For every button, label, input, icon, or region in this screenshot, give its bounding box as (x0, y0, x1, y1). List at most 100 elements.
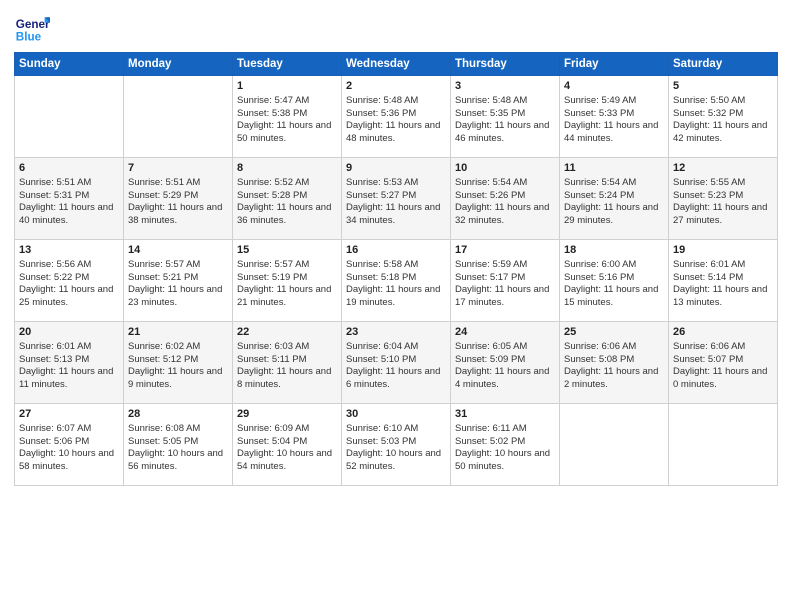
day-number: 15 (237, 243, 337, 258)
calendar-cell: 15Sunrise: 5:57 AM Sunset: 5:19 PM Dayli… (233, 240, 342, 322)
col-header-monday: Monday (124, 53, 233, 76)
day-number: 16 (346, 243, 446, 258)
day-number: 4 (564, 79, 664, 94)
calendar-cell: 25Sunrise: 6:06 AM Sunset: 5:08 PM Dayli… (560, 322, 669, 404)
col-header-friday: Friday (560, 53, 669, 76)
day-number: 21 (128, 325, 228, 340)
day-number: 9 (346, 161, 446, 176)
day-info: Sunrise: 5:53 AM Sunset: 5:27 PM Dayligh… (346, 177, 446, 228)
day-number: 29 (237, 407, 337, 422)
day-number: 7 (128, 161, 228, 176)
day-number: 25 (564, 325, 664, 340)
col-header-saturday: Saturday (669, 53, 778, 76)
day-number: 30 (346, 407, 446, 422)
day-number: 26 (673, 325, 773, 340)
day-info: Sunrise: 6:08 AM Sunset: 5:05 PM Dayligh… (128, 423, 228, 474)
day-info: Sunrise: 6:07 AM Sunset: 5:06 PM Dayligh… (19, 423, 119, 474)
day-number: 12 (673, 161, 773, 176)
calendar-cell: 26Sunrise: 6:06 AM Sunset: 5:07 PM Dayli… (669, 322, 778, 404)
logo-icon: General Blue (14, 10, 50, 46)
day-info: Sunrise: 6:02 AM Sunset: 5:12 PM Dayligh… (128, 341, 228, 392)
day-info: Sunrise: 5:55 AM Sunset: 5:23 PM Dayligh… (673, 177, 773, 228)
day-number: 17 (455, 243, 555, 258)
day-info: Sunrise: 5:57 AM Sunset: 5:21 PM Dayligh… (128, 259, 228, 310)
day-number: 14 (128, 243, 228, 258)
calendar-cell: 20Sunrise: 6:01 AM Sunset: 5:13 PM Dayli… (15, 322, 124, 404)
calendar-cell: 17Sunrise: 5:59 AM Sunset: 5:17 PM Dayli… (451, 240, 560, 322)
page-container: General Blue SundayMondayTuesdayWednesda… (0, 0, 792, 496)
day-info: Sunrise: 5:59 AM Sunset: 5:17 PM Dayligh… (455, 259, 555, 310)
day-info: Sunrise: 6:06 AM Sunset: 5:07 PM Dayligh… (673, 341, 773, 392)
day-number: 13 (19, 243, 119, 258)
day-info: Sunrise: 5:52 AM Sunset: 5:28 PM Dayligh… (237, 177, 337, 228)
day-number: 3 (455, 79, 555, 94)
day-number: 11 (564, 161, 664, 176)
day-info: Sunrise: 5:56 AM Sunset: 5:22 PM Dayligh… (19, 259, 119, 310)
day-info: Sunrise: 5:51 AM Sunset: 5:29 PM Dayligh… (128, 177, 228, 228)
calendar-cell: 6Sunrise: 5:51 AM Sunset: 5:31 PM Daylig… (15, 158, 124, 240)
calendar-cell: 23Sunrise: 6:04 AM Sunset: 5:10 PM Dayli… (342, 322, 451, 404)
calendar-cell: 12Sunrise: 5:55 AM Sunset: 5:23 PM Dayli… (669, 158, 778, 240)
calendar-cell: 1Sunrise: 5:47 AM Sunset: 5:38 PM Daylig… (233, 76, 342, 158)
day-info: Sunrise: 5:58 AM Sunset: 5:18 PM Dayligh… (346, 259, 446, 310)
day-number: 23 (346, 325, 446, 340)
calendar-cell: 8Sunrise: 5:52 AM Sunset: 5:28 PM Daylig… (233, 158, 342, 240)
calendar-table: SundayMondayTuesdayWednesdayThursdayFrid… (14, 52, 778, 486)
calendar-cell: 3Sunrise: 5:48 AM Sunset: 5:35 PM Daylig… (451, 76, 560, 158)
calendar-week-3: 13Sunrise: 5:56 AM Sunset: 5:22 PM Dayli… (15, 240, 778, 322)
calendar-header-row: SundayMondayTuesdayWednesdayThursdayFrid… (15, 53, 778, 76)
calendar-cell: 18Sunrise: 6:00 AM Sunset: 5:16 PM Dayli… (560, 240, 669, 322)
day-info: Sunrise: 6:01 AM Sunset: 5:14 PM Dayligh… (673, 259, 773, 310)
calendar-cell: 9Sunrise: 5:53 AM Sunset: 5:27 PM Daylig… (342, 158, 451, 240)
calendar-cell: 7Sunrise: 5:51 AM Sunset: 5:29 PM Daylig… (124, 158, 233, 240)
day-info: Sunrise: 6:09 AM Sunset: 5:04 PM Dayligh… (237, 423, 337, 474)
day-info: Sunrise: 5:49 AM Sunset: 5:33 PM Dayligh… (564, 95, 664, 146)
calendar-cell: 2Sunrise: 5:48 AM Sunset: 5:36 PM Daylig… (342, 76, 451, 158)
calendar-cell: 31Sunrise: 6:11 AM Sunset: 5:02 PM Dayli… (451, 404, 560, 486)
calendar-week-2: 6Sunrise: 5:51 AM Sunset: 5:31 PM Daylig… (15, 158, 778, 240)
day-info: Sunrise: 6:03 AM Sunset: 5:11 PM Dayligh… (237, 341, 337, 392)
col-header-sunday: Sunday (15, 53, 124, 76)
day-info: Sunrise: 5:48 AM Sunset: 5:35 PM Dayligh… (455, 95, 555, 146)
col-header-wednesday: Wednesday (342, 53, 451, 76)
day-number: 10 (455, 161, 555, 176)
day-info: Sunrise: 5:47 AM Sunset: 5:38 PM Dayligh… (237, 95, 337, 146)
calendar-cell (15, 76, 124, 158)
calendar-cell: 13Sunrise: 5:56 AM Sunset: 5:22 PM Dayli… (15, 240, 124, 322)
day-number: 27 (19, 407, 119, 422)
day-info: Sunrise: 6:10 AM Sunset: 5:03 PM Dayligh… (346, 423, 446, 474)
calendar-cell (124, 76, 233, 158)
day-number: 20 (19, 325, 119, 340)
calendar-cell: 5Sunrise: 5:50 AM Sunset: 5:32 PM Daylig… (669, 76, 778, 158)
day-number: 2 (346, 79, 446, 94)
day-number: 31 (455, 407, 555, 422)
calendar-cell (669, 404, 778, 486)
day-info: Sunrise: 6:11 AM Sunset: 5:02 PM Dayligh… (455, 423, 555, 474)
calendar-cell: 28Sunrise: 6:08 AM Sunset: 5:05 PM Dayli… (124, 404, 233, 486)
day-info: Sunrise: 6:01 AM Sunset: 5:13 PM Dayligh… (19, 341, 119, 392)
calendar-cell: 24Sunrise: 6:05 AM Sunset: 5:09 PM Dayli… (451, 322, 560, 404)
col-header-tuesday: Tuesday (233, 53, 342, 76)
day-number: 24 (455, 325, 555, 340)
day-info: Sunrise: 5:48 AM Sunset: 5:36 PM Dayligh… (346, 95, 446, 146)
calendar-cell: 4Sunrise: 5:49 AM Sunset: 5:33 PM Daylig… (560, 76, 669, 158)
calendar-cell: 16Sunrise: 5:58 AM Sunset: 5:18 PM Dayli… (342, 240, 451, 322)
calendar-week-4: 20Sunrise: 6:01 AM Sunset: 5:13 PM Dayli… (15, 322, 778, 404)
calendar-cell: 27Sunrise: 6:07 AM Sunset: 5:06 PM Dayli… (15, 404, 124, 486)
day-info: Sunrise: 6:04 AM Sunset: 5:10 PM Dayligh… (346, 341, 446, 392)
day-number: 28 (128, 407, 228, 422)
calendar-cell: 14Sunrise: 5:57 AM Sunset: 5:21 PM Dayli… (124, 240, 233, 322)
day-info: Sunrise: 6:06 AM Sunset: 5:08 PM Dayligh… (564, 341, 664, 392)
day-number: 8 (237, 161, 337, 176)
col-header-thursday: Thursday (451, 53, 560, 76)
calendar-cell (560, 404, 669, 486)
calendar-cell: 30Sunrise: 6:10 AM Sunset: 5:03 PM Dayli… (342, 404, 451, 486)
day-number: 6 (19, 161, 119, 176)
day-number: 18 (564, 243, 664, 258)
day-number: 22 (237, 325, 337, 340)
calendar-cell: 19Sunrise: 6:01 AM Sunset: 5:14 PM Dayli… (669, 240, 778, 322)
day-number: 1 (237, 79, 337, 94)
calendar-week-1: 1Sunrise: 5:47 AM Sunset: 5:38 PM Daylig… (15, 76, 778, 158)
calendar-cell: 29Sunrise: 6:09 AM Sunset: 5:04 PM Dayli… (233, 404, 342, 486)
day-info: Sunrise: 5:57 AM Sunset: 5:19 PM Dayligh… (237, 259, 337, 310)
